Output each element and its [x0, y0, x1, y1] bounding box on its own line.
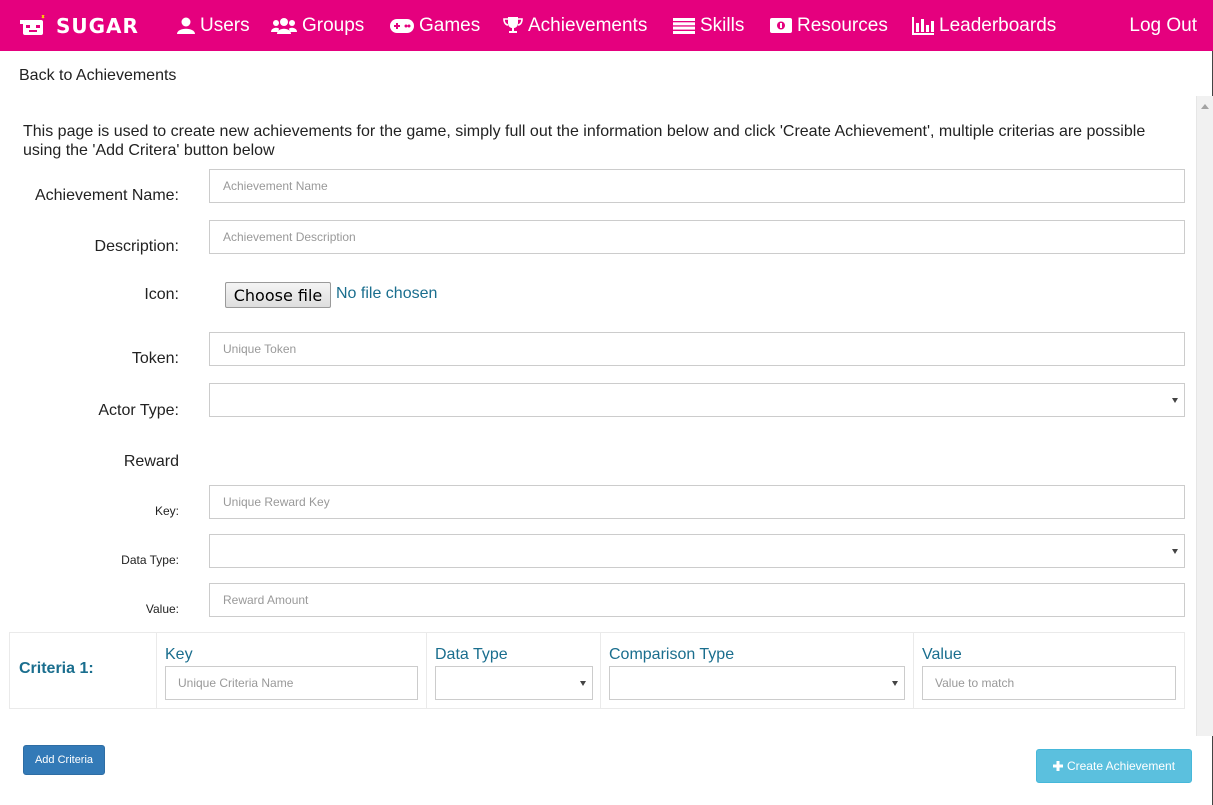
nav-skills[interactable]: Skills: [673, 0, 744, 51]
criteria-divider: [426, 632, 427, 709]
nav-games-label: Games: [419, 14, 481, 36]
criteria-data-type-select[interactable]: [435, 666, 593, 700]
description-input[interactable]: [209, 220, 1185, 254]
brand-text: SUGAR: [56, 13, 139, 38]
chevron-down-icon: [1172, 549, 1178, 554]
intro-text: This page is used to create new achievem…: [23, 123, 1146, 159]
create-achievement-label: Create Achievement: [1066, 759, 1176, 773]
token-label: Token:: [131, 350, 179, 367]
reward-heading: Reward: [123, 453, 179, 470]
nav-groups-label: Groups: [302, 14, 365, 36]
criteria-divider: [600, 632, 601, 709]
nav-groups[interactable]: Groups: [271, 0, 364, 51]
reward-value-input[interactable]: [209, 583, 1185, 617]
gamepad-icon: [390, 18, 414, 33]
criteria-divider: [156, 632, 157, 709]
actor-type-label: Actor Type:: [98, 402, 179, 419]
trophy-icon: [503, 16, 523, 33]
list-icon: [673, 17, 695, 34]
token-input[interactable]: [209, 332, 1185, 366]
file-status-text: No file chosen: [336, 285, 438, 302]
brand[interactable]: SUGAR: [20, 0, 139, 51]
nav-resources[interactable]: Resources: [770, 0, 888, 51]
nav-achievements-label: Achievements: [528, 14, 648, 36]
scrollbar[interactable]: [1196, 96, 1213, 736]
logout-link[interactable]: Log Out: [1129, 0, 1197, 51]
plus-icon: [1052, 761, 1063, 771]
back-to-achievements-link[interactable]: Back to Achievements: [19, 67, 176, 85]
choose-file-button[interactable]: Choose file: [225, 282, 331, 308]
nav-games[interactable]: Games: [390, 0, 480, 51]
actor-type-select[interactable]: [209, 383, 1185, 417]
chevron-down-icon: [580, 681, 586, 686]
nav-users-label: Users: [200, 14, 250, 36]
criteria-comparison-header: Comparison Type: [609, 646, 735, 663]
criteria-title: Criteria 1:: [19, 660, 94, 677]
navbar: SUGAR Users Groups Games Achievements Sk…: [0, 0, 1213, 51]
criteria-value-input[interactable]: [922, 666, 1176, 700]
achievement-name-label: Achievement Name:: [34, 187, 179, 204]
nav-resources-label: Resources: [797, 14, 888, 36]
reward-value-label: Value:: [145, 602, 179, 616]
money-icon: [770, 18, 792, 33]
user-icon: [177, 17, 195, 34]
bar-chart-icon: [912, 16, 934, 35]
icon-label: Icon:: [144, 286, 179, 303]
nav-leaderboards[interactable]: Leaderboards: [912, 0, 1056, 51]
chevron-down-icon: [892, 681, 898, 686]
reward-key-label: Key:: [154, 504, 179, 518]
scroll-up-arrow-icon[interactable]: [1201, 104, 1209, 109]
nav-leaderboards-label: Leaderboards: [939, 14, 1057, 36]
criteria-key-input[interactable]: [165, 666, 418, 700]
reward-key-input[interactable]: [209, 485, 1185, 519]
add-criteria-button[interactable]: Add Criteria: [23, 745, 105, 775]
sugar-logo-icon: [20, 14, 48, 37]
groups-icon: [271, 18, 297, 34]
nav-achievements[interactable]: Achievements: [503, 0, 647, 51]
description-label: Description:: [94, 238, 179, 255]
nav-skills-label: Skills: [700, 14, 745, 36]
criteria-value-header: Value: [922, 646, 962, 663]
criteria-divider: [913, 632, 914, 709]
reward-data-type-select[interactable]: [209, 534, 1185, 568]
nav-users[interactable]: Users: [177, 0, 250, 51]
create-achievement-button[interactable]: Create Achievement: [1036, 749, 1192, 783]
chevron-down-icon: [1172, 398, 1178, 403]
criteria-data-type-header: Data Type: [435, 646, 508, 663]
criteria-key-header: Key: [165, 646, 193, 663]
criteria-comparison-select[interactable]: [609, 666, 905, 700]
achievement-name-input[interactable]: [209, 169, 1185, 203]
reward-data-type-label: Data Type:: [121, 553, 179, 567]
